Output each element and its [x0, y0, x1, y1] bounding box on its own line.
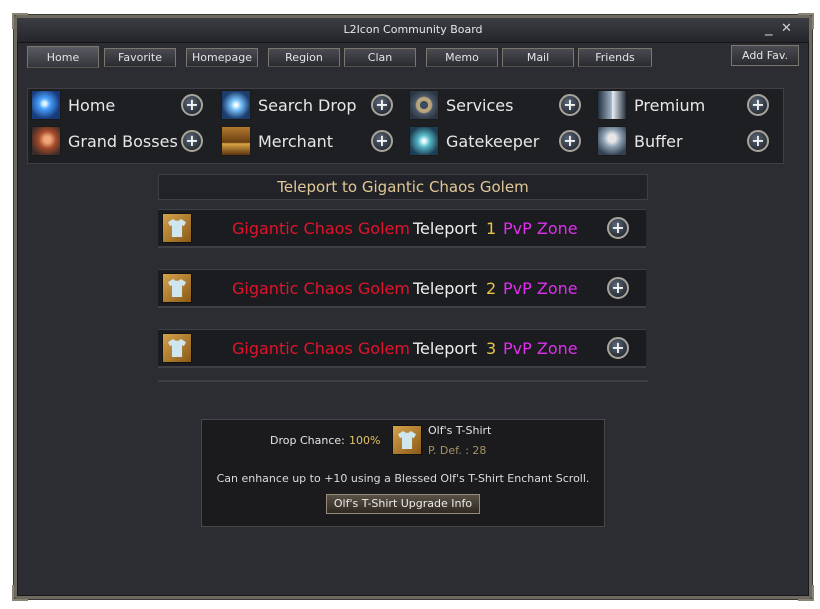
- menu-item-buffer[interactable]: Buffer +: [594, 126, 780, 158]
- drop-chance-label: Drop Chance:: [270, 434, 345, 447]
- tab-memo[interactable]: Memo: [426, 48, 498, 67]
- main-menu: Home + Search Drop + Services + Premium …: [27, 88, 784, 164]
- tab-favorite[interactable]: Favorite: [104, 48, 176, 67]
- tab-region[interactable]: Region: [268, 48, 340, 67]
- frame-corner: [798, 585, 814, 601]
- teleport-row[interactable]: Gigantic Chaos Golem Teleport 1 PvP Zone…: [158, 209, 646, 248]
- plus-icon[interactable]: +: [371, 94, 393, 116]
- grand-bosses-icon: [31, 126, 61, 156]
- menu-item-label: Buffer: [634, 132, 683, 151]
- tshirt-icon: [162, 273, 192, 303]
- menu-item-label: Home: [68, 96, 116, 115]
- plus-icon[interactable]: +: [181, 94, 203, 116]
- plus-icon[interactable]: +: [747, 94, 769, 116]
- teleport-plus-icon[interactable]: +: [607, 277, 629, 299]
- services-icon: [409, 90, 439, 120]
- home-icon: [31, 90, 61, 120]
- upgrade-info-button[interactable]: Olf's T-Shirt Upgrade Info: [326, 494, 480, 514]
- teleport-row[interactable]: Gigantic Chaos Golem Teleport 3 PvP Zone…: [158, 329, 646, 368]
- menu-item-premium[interactable]: Premium +: [594, 90, 780, 122]
- tab-homepage[interactable]: Homepage: [186, 48, 258, 67]
- tshirt-icon: [392, 425, 422, 455]
- divider: [158, 380, 648, 382]
- community-board-window: L2Icon Community Board _ ✕ Home Favorite…: [12, 13, 814, 601]
- teleport-number: 2: [486, 279, 497, 298]
- buffer-icon: [597, 126, 627, 156]
- tab-clan[interactable]: Clan: [344, 48, 416, 67]
- menu-item-label: Services: [446, 96, 514, 115]
- tab-friends[interactable]: Friends: [578, 48, 652, 67]
- close-icon[interactable]: ✕: [781, 21, 792, 36]
- item-name: Olf's T-Shirt: [428, 424, 492, 437]
- teleport-number: 3: [486, 339, 497, 358]
- title-bar[interactable]: L2Icon Community Board _ ✕: [17, 18, 809, 43]
- menu-item-label: Merchant: [258, 132, 334, 151]
- menu-item-gatekeeper[interactable]: Gatekeeper +: [406, 126, 592, 158]
- menu-item-merchant[interactable]: Merchant +: [218, 126, 404, 158]
- tab-home[interactable]: Home: [27, 46, 99, 68]
- menu-item-services[interactable]: Services +: [406, 90, 592, 122]
- merchant-icon: [221, 126, 251, 156]
- menu-item-grand-bosses[interactable]: Grand Bosses +: [28, 126, 214, 158]
- add-favorite-button[interactable]: Add Fav.: [731, 45, 799, 66]
- frame-corner: [12, 585, 28, 601]
- search-drop-icon: [221, 90, 251, 120]
- menu-item-label: Grand Bosses: [68, 132, 178, 151]
- menu-item-label: Gatekeeper: [446, 132, 540, 151]
- gatekeeper-icon: [409, 126, 439, 156]
- drop-chance-value: 100%: [349, 434, 381, 447]
- minimize-icon[interactable]: _: [765, 18, 773, 36]
- teleport-header: Teleport to Gigantic Chaos Golem: [158, 174, 648, 200]
- zone-label: PvP Zone: [503, 219, 578, 238]
- tshirt-icon: [162, 333, 192, 363]
- plus-icon[interactable]: +: [371, 130, 393, 152]
- plus-icon[interactable]: +: [559, 130, 581, 152]
- teleport-label: Teleport: [413, 339, 477, 358]
- menu-item-home[interactable]: Home +: [28, 90, 214, 122]
- teleport-label: Teleport: [413, 279, 477, 298]
- plus-icon[interactable]: +: [747, 130, 769, 152]
- teleport-row[interactable]: Gigantic Chaos Golem Teleport 2 PvP Zone…: [158, 269, 646, 308]
- menu-item-label: Premium: [634, 96, 706, 115]
- item-description: Can enhance up to +10 using a Blessed Ol…: [216, 472, 590, 485]
- teleport-plus-icon[interactable]: +: [607, 337, 629, 359]
- teleport-label: Teleport: [413, 219, 477, 238]
- boss-name: Gigantic Chaos Golem: [232, 279, 410, 298]
- boss-name: Gigantic Chaos Golem: [232, 219, 410, 238]
- drop-info-panel: Drop Chance: 100% Olf's T-Shirt P. Def. …: [201, 419, 605, 527]
- zone-label: PvP Zone: [503, 279, 578, 298]
- window-title: L2Icon Community Board: [343, 23, 483, 36]
- teleport-plus-icon[interactable]: +: [607, 217, 629, 239]
- tab-mail[interactable]: Mail: [502, 48, 574, 67]
- menu-item-search-drop[interactable]: Search Drop +: [218, 90, 404, 122]
- tshirt-icon: [162, 213, 192, 243]
- plus-icon[interactable]: +: [181, 130, 203, 152]
- zone-label: PvP Zone: [503, 339, 578, 358]
- menu-item-label: Search Drop: [258, 96, 357, 115]
- boss-name: Gigantic Chaos Golem: [232, 339, 410, 358]
- item-stat: P. Def. : 28: [428, 444, 487, 457]
- plus-icon[interactable]: +: [559, 94, 581, 116]
- teleport-number: 1: [486, 219, 497, 238]
- premium-icon: [597, 90, 627, 120]
